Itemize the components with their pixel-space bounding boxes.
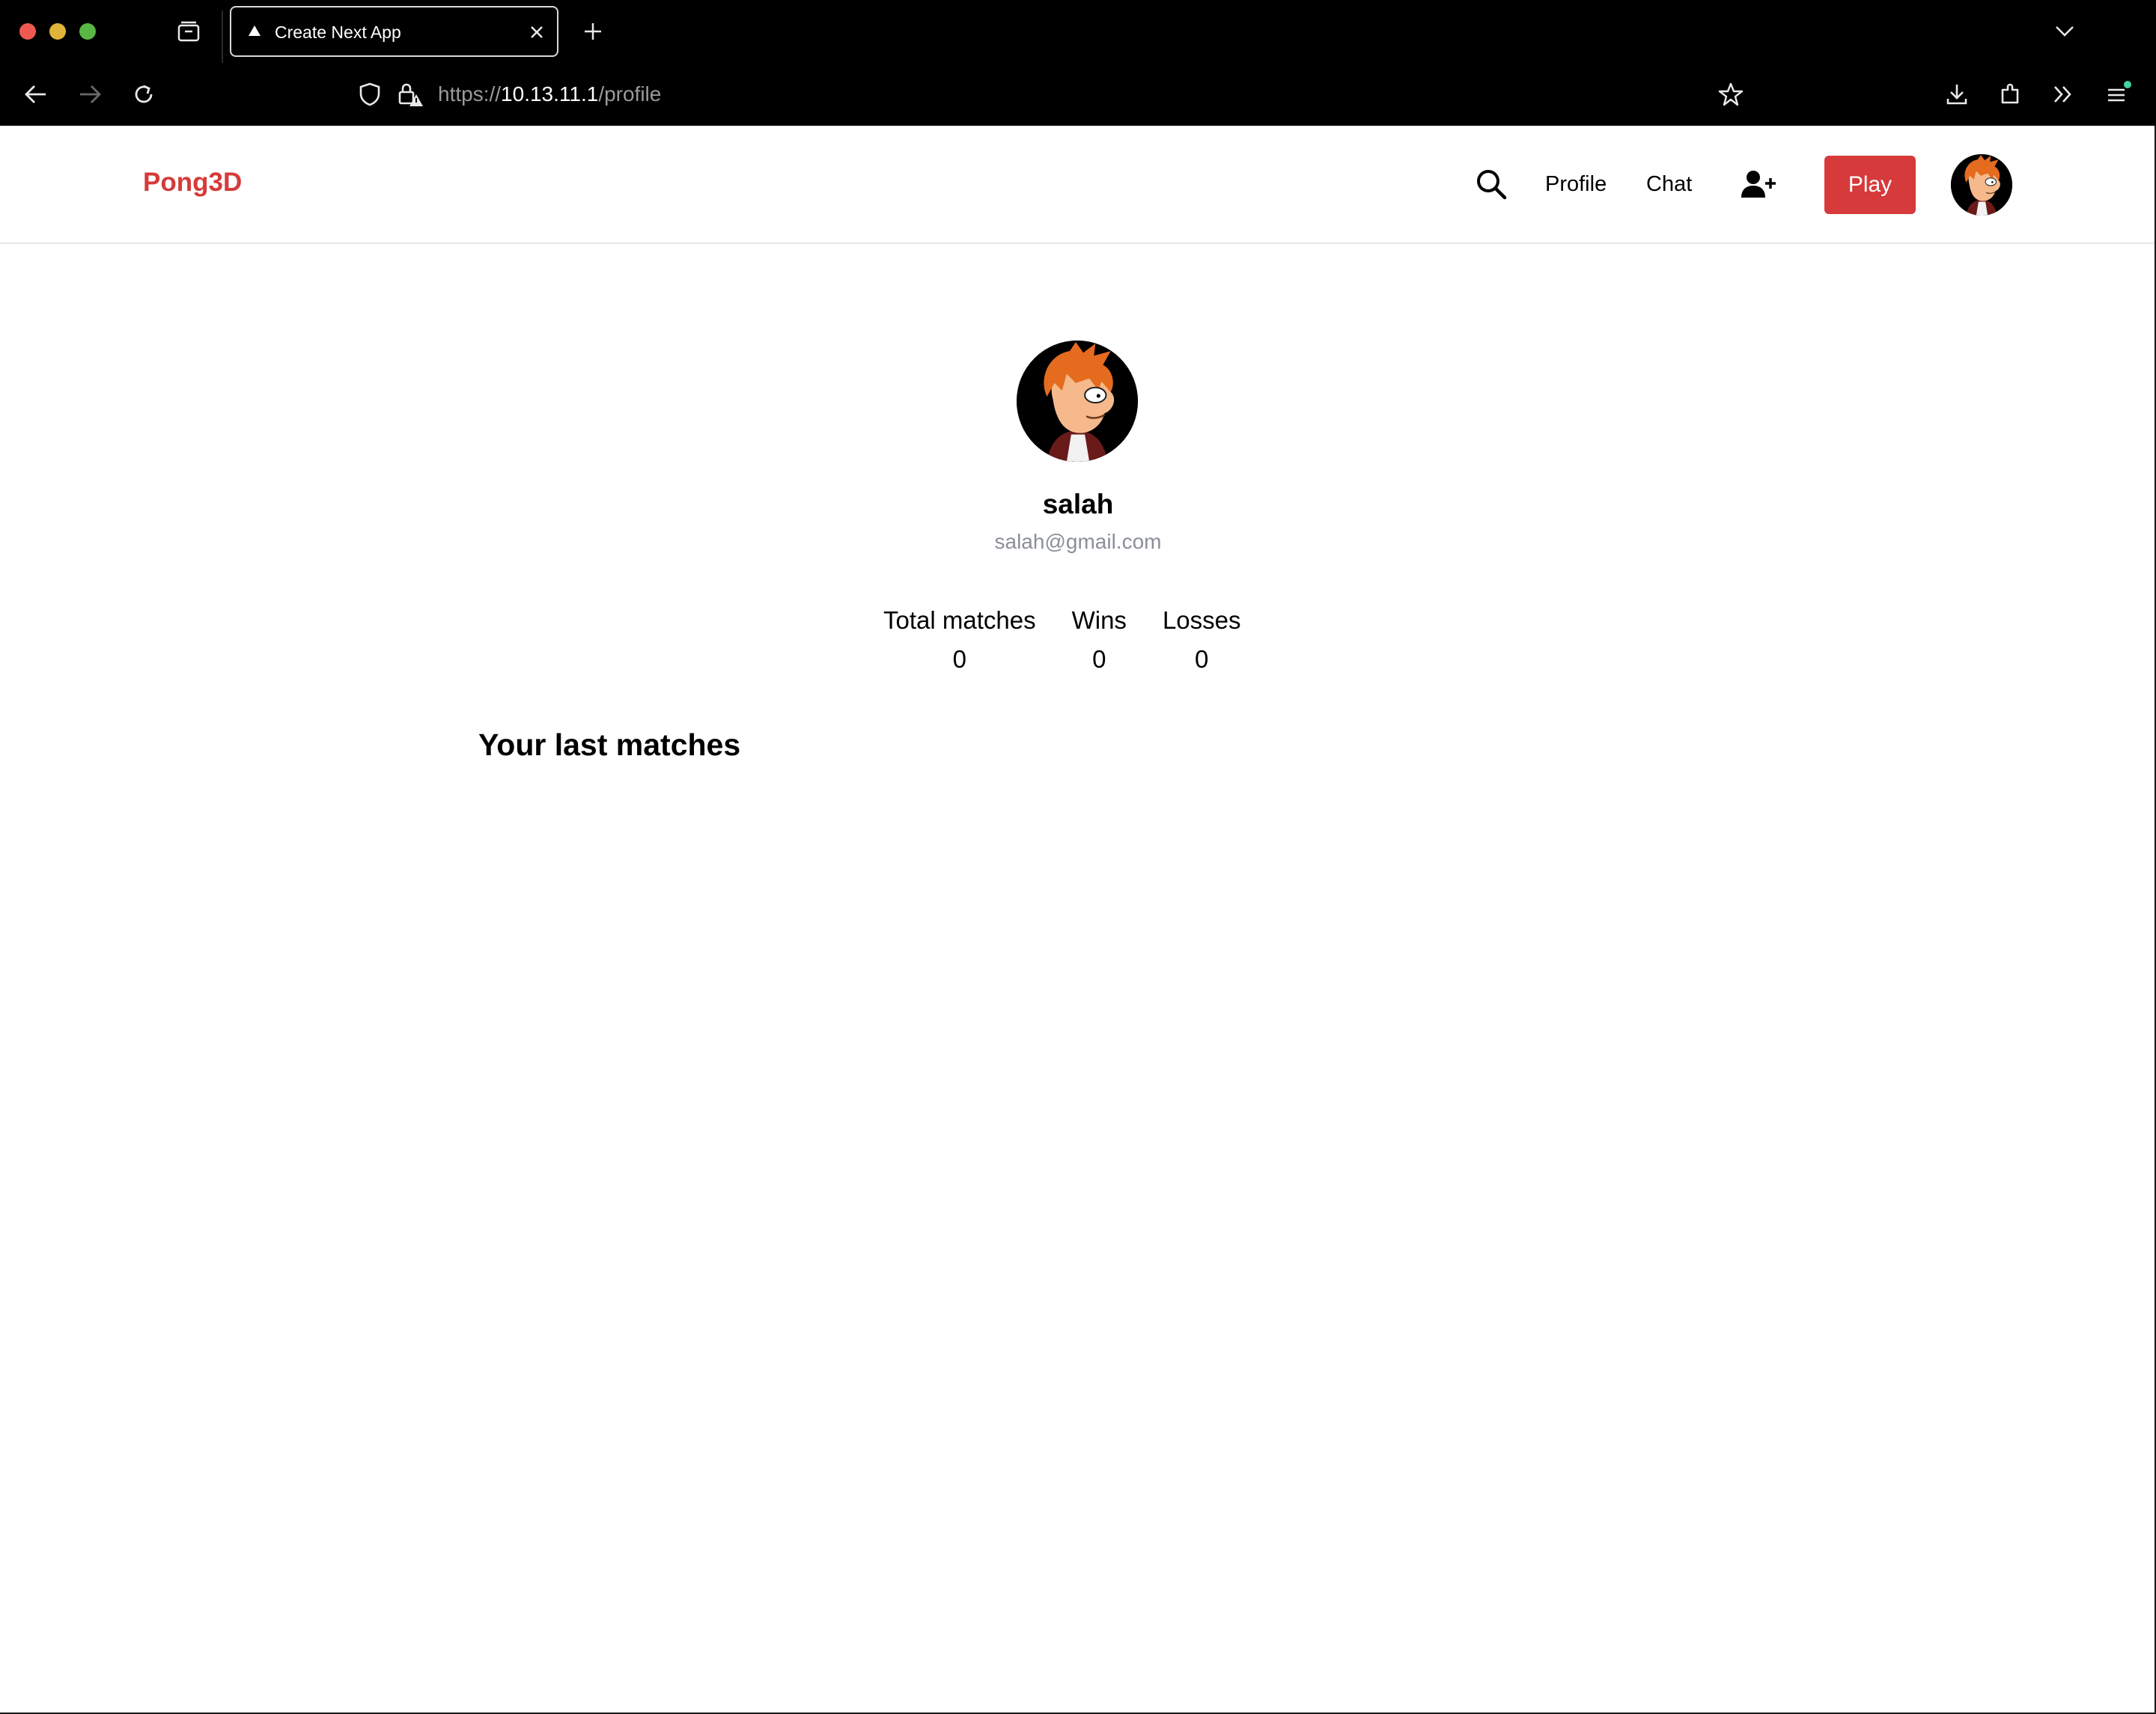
tab-divider	[222, 10, 223, 63]
tab-title: Create Next App	[275, 22, 401, 42]
lock-warning-icon[interactable]	[395, 79, 425, 109]
browser-tab[interactable]: Create Next App	[230, 6, 558, 57]
play-button[interactable]: Play	[1824, 156, 1916, 214]
stat-value: 0	[952, 645, 966, 673]
stat-label: Total matches	[883, 606, 1036, 634]
avatar-image	[1951, 154, 2012, 216]
minimize-window-button[interactable]	[49, 23, 66, 40]
profile-email: salah@gmail.com	[994, 530, 1162, 553]
stat-value: 0	[1195, 645, 1209, 673]
last-matches-heading: Your last matches	[478, 728, 741, 762]
triangle-favicon-icon	[249, 25, 261, 36]
stat-total-matches: Total matches 0	[883, 606, 1036, 674]
browser-chrome: Create Next App https://10.13.11.1/profi…	[0, 0, 2156, 126]
tab-overview-icon[interactable]	[175, 18, 202, 45]
stat-wins: Wins 0	[1072, 606, 1127, 674]
address-bar[interactable]: https://10.13.11.1/profile	[438, 82, 661, 106]
url-scheme: https://	[438, 82, 502, 106]
stat-label: Losses	[1162, 606, 1241, 634]
reload-icon[interactable]	[129, 81, 159, 108]
user-avatar-menu[interactable]	[1951, 154, 2012, 216]
back-arrow-icon[interactable]	[21, 81, 51, 108]
stat-value: 0	[1092, 645, 1106, 673]
nav-link-chat[interactable]: Chat	[1646, 172, 1692, 197]
download-icon[interactable]	[1942, 79, 1972, 109]
bookmark-star-icon[interactable]	[1716, 79, 1746, 109]
url-host: 10.13.11.1	[501, 82, 599, 106]
user-plus-icon[interactable]	[1741, 169, 1776, 199]
app-header: Pong3D Profile Chat Play	[0, 126, 2156, 244]
forward-arrow-icon[interactable]	[75, 81, 105, 108]
menu-icon[interactable]	[2102, 78, 2135, 111]
profile-stats: Total matches 0 Wins 0 Losses 0	[883, 606, 1241, 674]
close-window-button[interactable]	[19, 23, 36, 40]
profile-avatar	[1017, 341, 1138, 462]
overflow-chevrons-icon[interactable]	[2048, 79, 2078, 109]
url-path: /profile	[598, 82, 662, 106]
maximize-window-button[interactable]	[79, 23, 96, 40]
stat-losses: Losses 0	[1163, 606, 1241, 674]
nav-link-profile[interactable]: Profile	[1545, 172, 1607, 197]
extensions-icon[interactable]	[1996, 79, 2026, 109]
search-icon[interactable]	[1475, 168, 1508, 201]
profile-username: salah	[1042, 489, 1114, 519]
close-tab-icon[interactable]	[527, 22, 546, 42]
brand-logo-link[interactable]: Pong3D	[143, 168, 242, 198]
avatar-image	[1017, 341, 1138, 462]
shield-icon[interactable]	[355, 79, 385, 109]
tab-list-chevron-down-icon[interactable]	[2051, 18, 2078, 45]
new-tab-icon[interactable]	[579, 18, 606, 45]
stat-label: Wins	[1071, 606, 1127, 634]
